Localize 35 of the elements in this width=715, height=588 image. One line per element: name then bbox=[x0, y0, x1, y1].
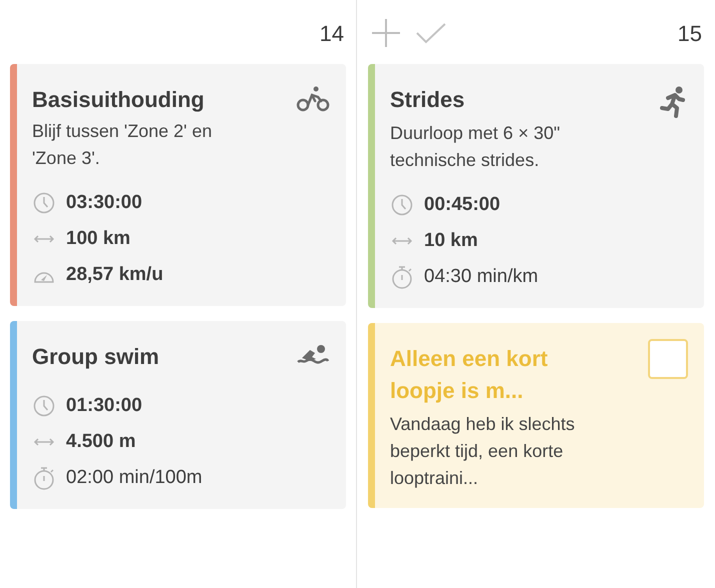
add-icon[interactable] bbox=[371, 18, 401, 48]
stat-value: 4.500 m bbox=[66, 430, 136, 454]
clock-icon bbox=[33, 395, 55, 417]
double-arrow-icon bbox=[33, 233, 55, 245]
card-title: Strides bbox=[390, 86, 465, 114]
stat-value: 28,57 km/u bbox=[66, 262, 164, 287]
stopwatch-icon bbox=[391, 265, 413, 289]
card-title: Basisuithouding bbox=[32, 86, 204, 114]
card-description: Duurloop met 6 × 30" technische strides. bbox=[390, 122, 561, 172]
stat-value: 04:30 min/km bbox=[424, 264, 538, 289]
day-number: 14 bbox=[320, 20, 344, 48]
stat-value: 10 km bbox=[424, 228, 478, 253]
double-arrow-icon bbox=[33, 436, 55, 448]
stat-value: 03:30:00 bbox=[66, 190, 142, 215]
workout-card[interactable]: Basisuithouding Blijf tussen 'Zone 2' en 'Zone 3'. 03:30:00 100 km 28,57 km/u bbox=[10, 64, 346, 306]
card-title: Group swim bbox=[32, 343, 160, 371]
card-description: Vandaag heb ik slechts beperkt tijd, een korte looptraini... bbox=[390, 413, 576, 490]
checkbox[interactable] bbox=[648, 339, 688, 379]
card-description: Blijf tussen 'Zone 2' en 'Zone 3'. bbox=[32, 120, 213, 170]
stat-value: 00:45:00 bbox=[424, 192, 500, 217]
stat-value: 01:30:00 bbox=[66, 394, 142, 418]
double-arrow-icon bbox=[391, 235, 413, 247]
note-card[interactable]: Alleen een kort loopje is m... Vandaag heb ik slechts beperkt tijd, een korte looptraini... bbox=[368, 323, 704, 508]
workout-card[interactable]: Strides Duurloop met 6 × 30" technische strides. 00:45:00 10 km 04:30 min/km bbox=[368, 64, 704, 308]
day-number: 15 bbox=[678, 20, 702, 48]
checkmark-icon[interactable] bbox=[415, 22, 447, 44]
workout-card[interactable]: Group swim 01:30:00 4.500 m 02:00 min/100m bbox=[10, 321, 346, 509]
stat-value: 02:00 min/100m bbox=[66, 466, 202, 490]
stat-value: 100 km bbox=[66, 226, 130, 251]
cyclist-icon bbox=[296, 86, 330, 112]
clock-icon bbox=[391, 194, 413, 216]
stopwatch-icon bbox=[33, 466, 55, 490]
card-title: Alleen een kort loopje is m... bbox=[390, 345, 548, 405]
clock-icon bbox=[33, 192, 55, 214]
runner-icon bbox=[660, 86, 688, 118]
